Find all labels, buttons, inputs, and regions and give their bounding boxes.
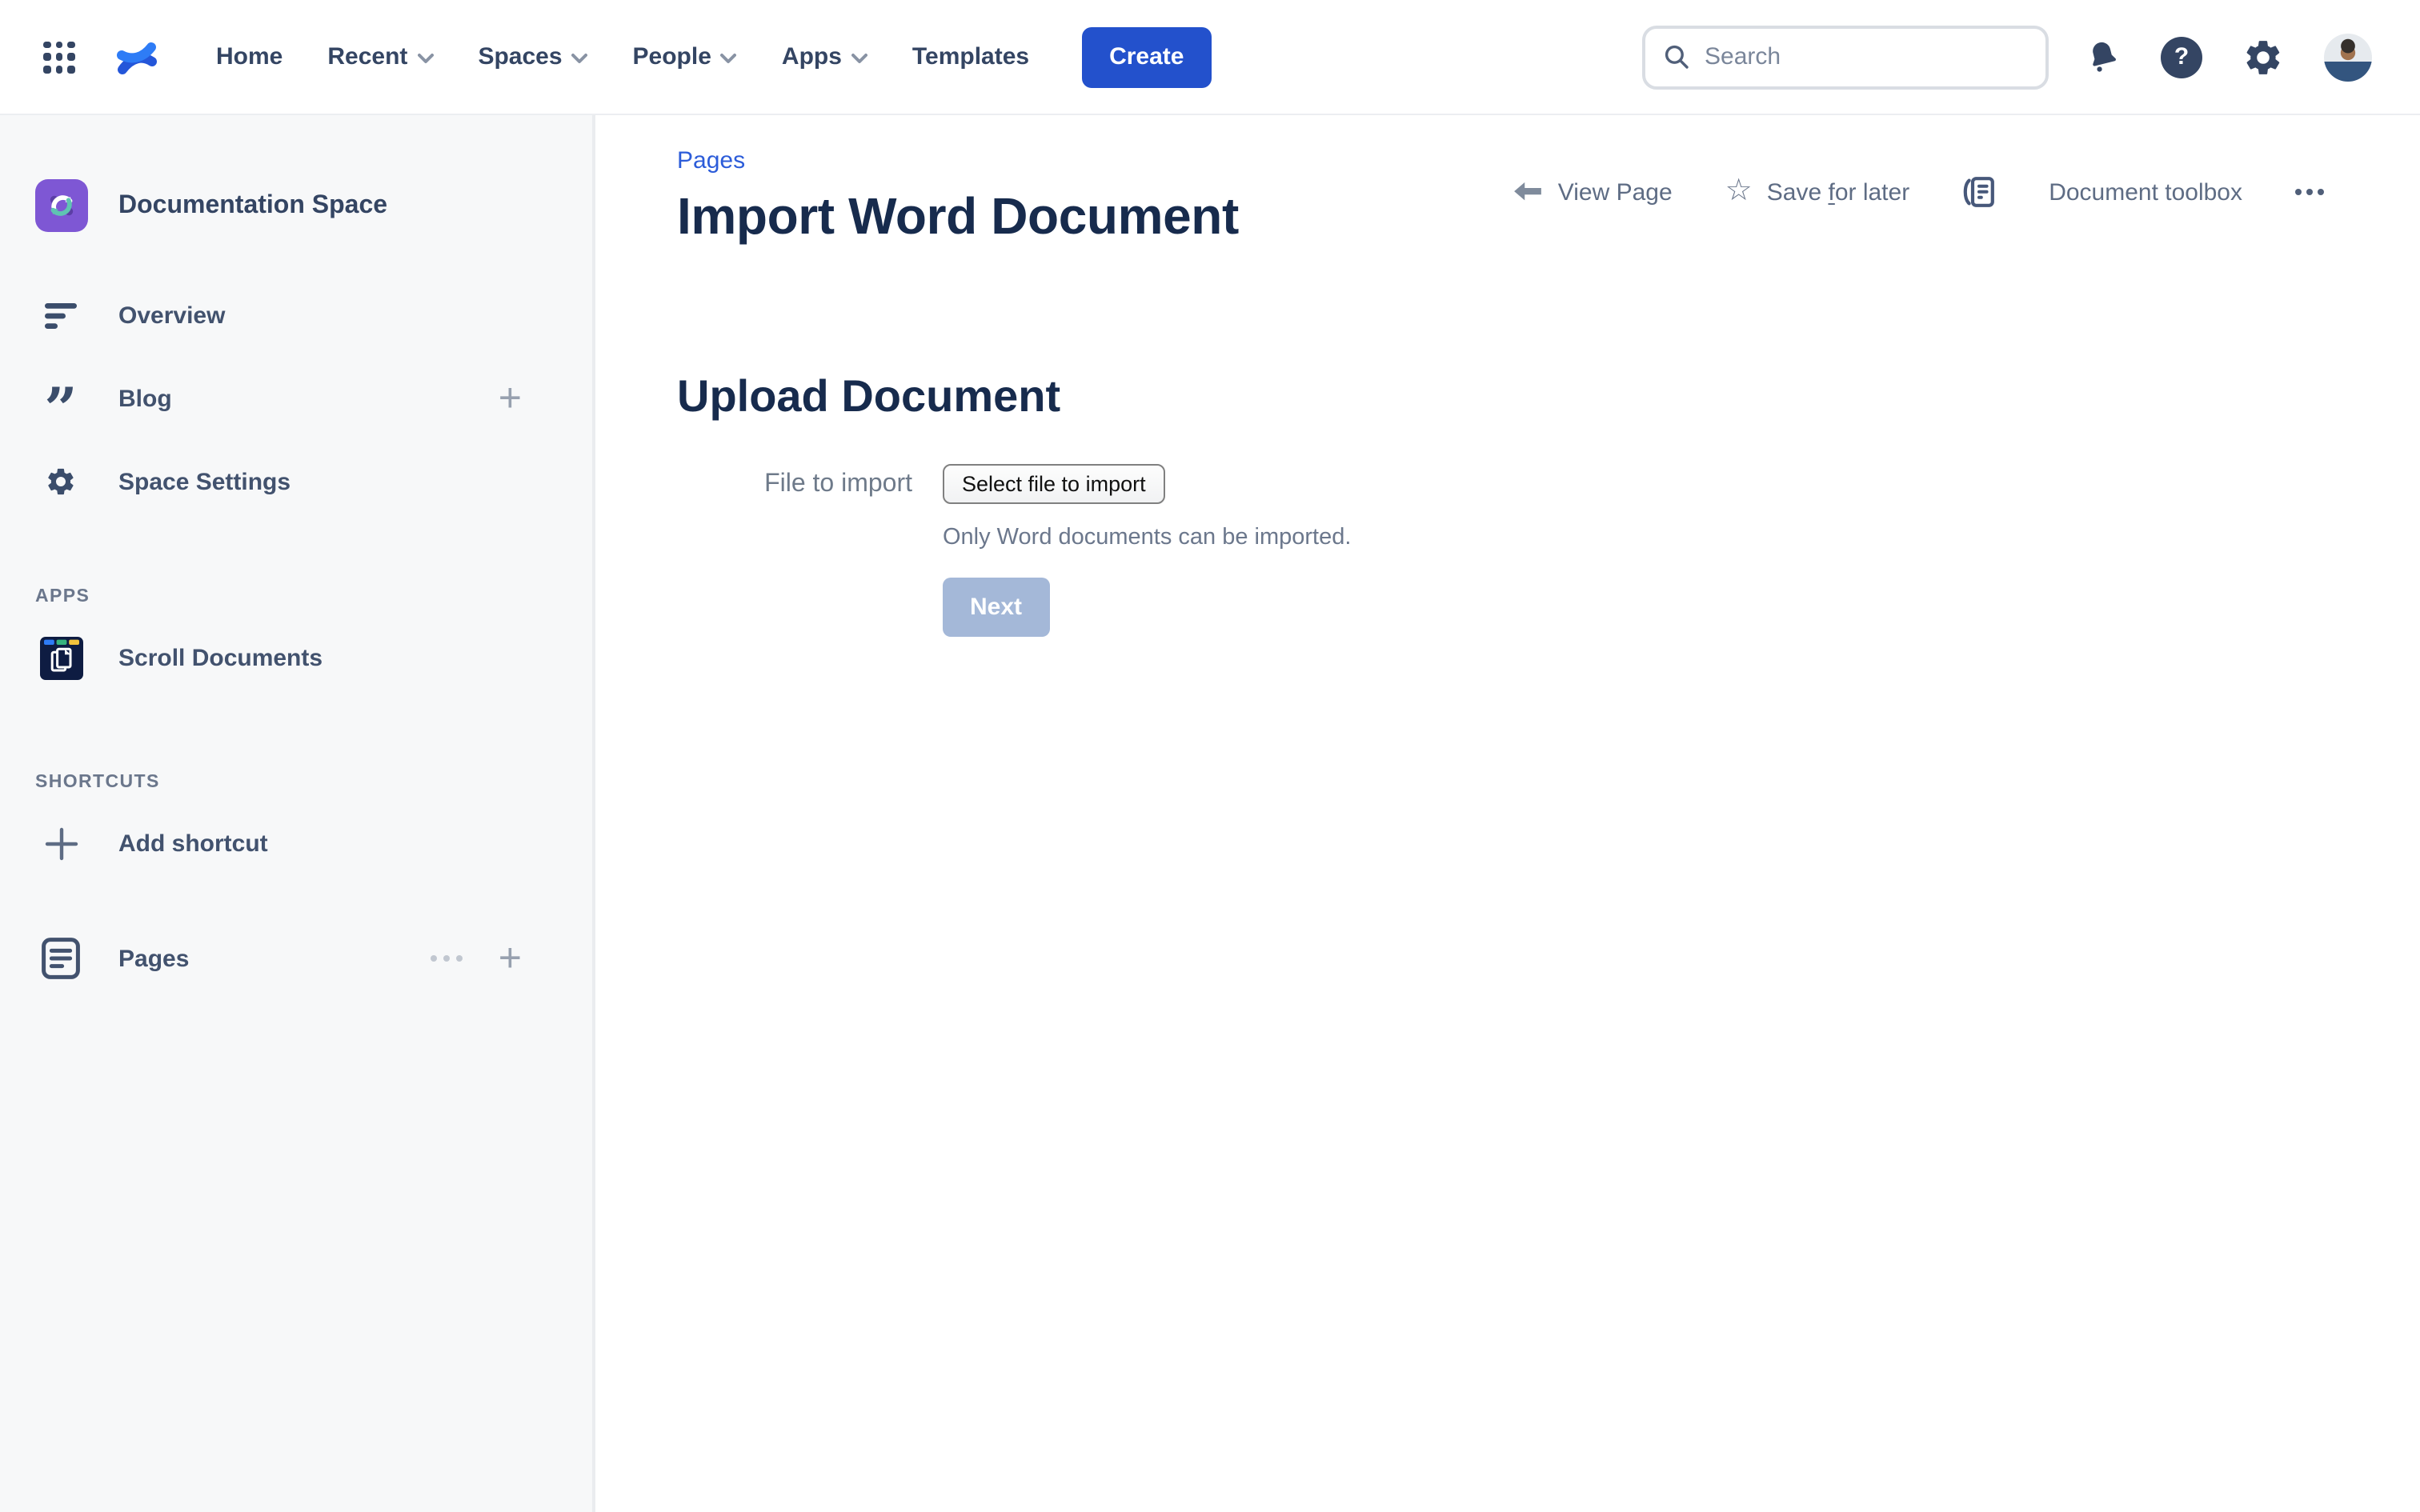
sidebar-section-apps: APPS	[0, 587, 592, 606]
sidebar-item-space-settings[interactable]: Space Settings	[0, 440, 592, 523]
nav-item-label: People	[633, 43, 711, 70]
sidebar-section-shortcuts: SHORTCUTS	[0, 773, 592, 792]
view-page-button[interactable]: View Page	[1513, 178, 1673, 206]
space-header[interactable]: Documentation Space	[0, 179, 592, 232]
search-input[interactable]	[1705, 43, 2028, 70]
chevron-down-icon	[851, 53, 867, 64]
plus-icon	[35, 826, 86, 860]
page-header: Pages Import Word Document View Page ☆ S…	[595, 115, 2420, 246]
sidebar-item-blog[interactable]: ” Blog +	[0, 357, 592, 440]
body-row: Documentation Space Overview ” Blog +	[0, 115, 2420, 1512]
quote-icon: ”	[35, 376, 86, 421]
space-avatar-icon	[35, 179, 88, 232]
search-icon	[1663, 43, 1690, 70]
nav-item-label: Apps	[782, 43, 842, 70]
nav-item-label: Home	[216, 43, 282, 70]
overview-icon	[35, 302, 86, 329]
sidebar-item-label: Overview	[118, 302, 225, 329]
gear-icon	[35, 466, 86, 498]
page-title: Import Word Document	[677, 187, 1239, 246]
star-icon: ☆	[1725, 175, 1753, 206]
sidebar-item-label: Space Settings	[118, 468, 290, 495]
space-name: Documentation Space	[118, 191, 387, 220]
chevron-down-icon	[572, 53, 588, 64]
nav-item-recent[interactable]: Recent	[327, 43, 433, 70]
sidebar-item-add-shortcut[interactable]: Add shortcut	[0, 802, 592, 885]
next-button[interactable]: Next	[943, 578, 1049, 637]
document-toolbox-label: Document toolbox	[2049, 178, 2242, 206]
question-glyph: ?	[2174, 43, 2189, 70]
breadcrumb-pages-link[interactable]: Pages	[677, 147, 745, 174]
document-toolbox-dropdown[interactable]: Document toolbox	[2049, 178, 2242, 206]
confluence-logo-icon[interactable]	[115, 36, 158, 78]
sidebar-item-label: Pages	[118, 945, 189, 972]
space-sidebar: Documentation Space Overview ” Blog +	[0, 115, 595, 1512]
sidebar-item-label: Add shortcut	[118, 830, 268, 857]
pages-more-options-icon[interactable]	[431, 952, 463, 966]
page-actions: View Page ☆ Save for later	[1513, 174, 2324, 210]
sidebar-item-scroll-documents[interactable]: Scroll Documents	[0, 616, 592, 699]
app-window: Home Recent Spaces People	[0, 0, 2420, 1512]
nav-item-label: Templates	[912, 43, 1029, 70]
nav-item-templates[interactable]: Templates	[912, 43, 1029, 70]
scroll-documents-icon	[35, 636, 86, 679]
nav-item-label: Spaces	[478, 43, 562, 70]
nav-item-spaces[interactable]: Spaces	[478, 43, 587, 70]
select-file-button[interactable]: Select file to import	[943, 464, 1165, 504]
file-to-import-label: File to import	[677, 470, 912, 498]
save-for-later-label: Save for later	[1767, 178, 1909, 206]
nav-item-people[interactable]: People	[633, 43, 737, 70]
file-import-helper-text: Only Word documents can be imported.	[677, 525, 2420, 550]
document-toolbox-icon	[1962, 174, 1996, 210]
help-icon[interactable]: ?	[2161, 36, 2202, 78]
sidebar-item-label: Scroll Documents	[118, 644, 323, 671]
upload-document-section: Upload Document File to import Select fi…	[595, 371, 2420, 637]
add-blog-post-button[interactable]: +	[499, 382, 522, 414]
settings-gear-icon[interactable]	[2242, 36, 2284, 78]
navbar-utility-icons: ?	[2085, 33, 2372, 81]
pages-icon	[35, 938, 86, 979]
sidebar-item-pages[interactable]: Pages +	[0, 917, 592, 1000]
chevron-down-icon	[721, 53, 737, 64]
main-content: Pages Import Word Document View Page ☆ S…	[595, 115, 2420, 1512]
arrow-left-icon	[1513, 180, 1544, 204]
user-avatar[interactable]	[2324, 33, 2372, 81]
page-header-left: Pages Import Word Document	[677, 147, 1239, 246]
file-import-row: File to import Select file to import	[677, 464, 2420, 504]
notifications-bell-icon[interactable]	[2085, 38, 2121, 75]
app-switcher-icon[interactable]	[43, 41, 75, 73]
sidebar-item-label: Blog	[118, 385, 172, 412]
document-toolbox-viewport-button[interactable]	[1962, 174, 1996, 210]
sidebar-item-overview[interactable]: Overview	[0, 274, 592, 357]
primary-nav: Home Recent Spaces People	[216, 43, 1029, 70]
nav-item-label: Recent	[327, 43, 407, 70]
search-box	[1642, 25, 2049, 89]
view-page-label: View Page	[1558, 178, 1673, 206]
top-navbar: Home Recent Spaces People	[0, 0, 2420, 115]
chevron-down-icon	[417, 53, 433, 64]
save-for-later-button[interactable]: ☆ Save for later	[1725, 178, 1910, 206]
upload-heading: Upload Document	[677, 371, 2420, 422]
add-page-button[interactable]: +	[499, 942, 522, 974]
create-button[interactable]: Create	[1082, 26, 1211, 87]
nav-item-home[interactable]: Home	[216, 43, 282, 70]
more-options-icon[interactable]	[2295, 186, 2324, 198]
nav-item-apps[interactable]: Apps	[782, 43, 867, 70]
